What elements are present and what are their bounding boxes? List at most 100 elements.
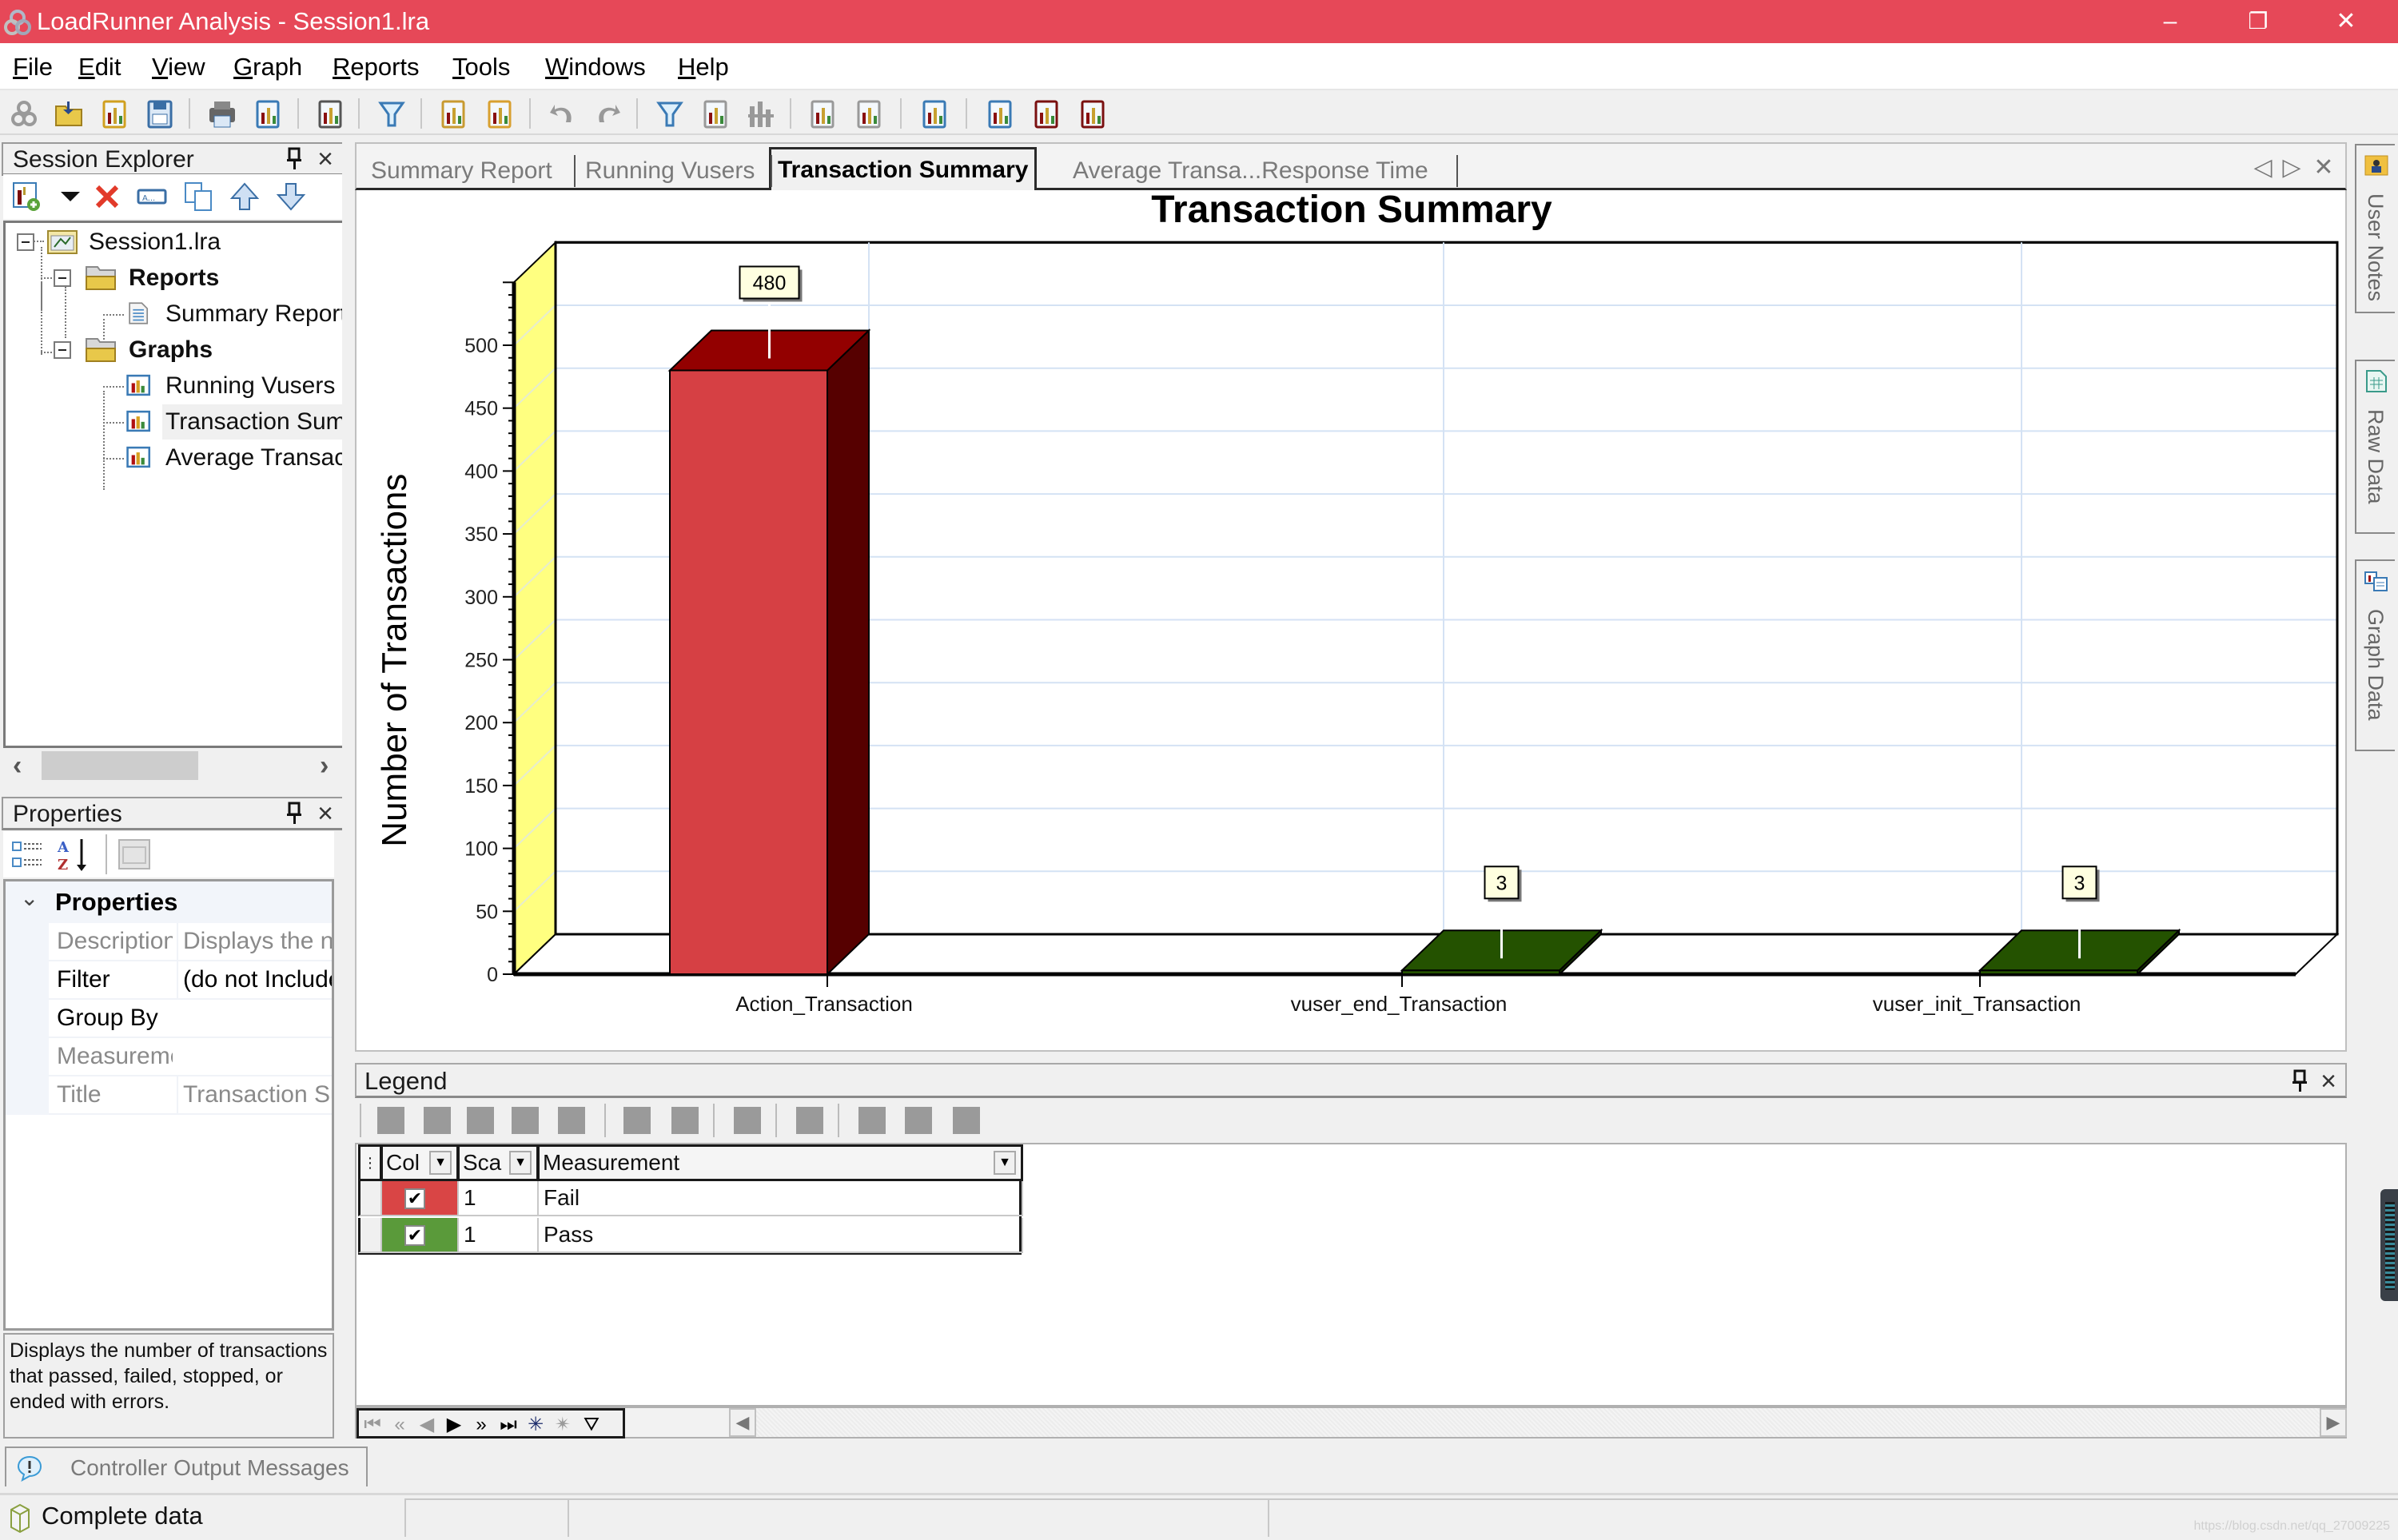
row-selector-header[interactable]: ⋮ — [358, 1144, 382, 1181]
property-value[interactable]: (do not Include) — [177, 961, 332, 998]
collapse-toggle[interactable] — [54, 269, 71, 287]
pin-icon[interactable] — [285, 147, 303, 171]
copy-icon[interactable] — [182, 181, 214, 213]
column-dropdown-icon[interactable]: ▼ — [429, 1151, 452, 1175]
tree-item[interactable]: Summary Report — [162, 296, 342, 332]
last-record-icon[interactable]: ⏭ — [496, 1412, 520, 1438]
move-up-icon[interactable] — [229, 181, 261, 213]
print-icon[interactable] — [206, 98, 238, 130]
legend-color-cell[interactable]: ✔ — [382, 1181, 459, 1216]
pin-icon[interactable] — [2291, 1069, 2308, 1093]
rename-icon[interactable]: A... — [136, 181, 168, 213]
column-header-col[interactable]: Col ▼ — [380, 1144, 459, 1181]
filter-icon[interactable]: ⛛ — [580, 1412, 603, 1438]
categorized-icon[interactable] — [11, 838, 43, 873]
side-tab-graph-data[interactable]: Graph Data — [2355, 559, 2395, 751]
visibility-checkbox[interactable]: ✔ — [404, 1188, 425, 1209]
show-all-icon[interactable] — [467, 1107, 494, 1134]
menu-reports[interactable]: Reports — [333, 51, 420, 83]
close-icon[interactable]: × — [313, 145, 337, 173]
scroll-left-arrow[interactable]: ‹ — [13, 750, 22, 782]
dropdown-arrow-icon[interactable] — [54, 181, 86, 213]
legend-hscrollbar[interactable]: ◀ ▶ — [729, 1408, 2347, 1437]
legend-scale-cell[interactable]: 1 — [459, 1181, 539, 1216]
export-icon[interactable] — [253, 98, 285, 130]
close-icon[interactable]: × — [313, 800, 337, 827]
menu-edit[interactable]: Edit — [78, 51, 121, 83]
legend-color-cell[interactable]: ✔ — [382, 1218, 459, 1253]
redo-icon[interactable] — [592, 98, 623, 130]
property-row[interactable]: Measurement — [49, 1038, 332, 1076]
auto-correlate-icon[interactable] — [1031, 98, 1063, 130]
tree-item[interactable]: Average Transaction Response Time — [162, 440, 342, 476]
menu-tools[interactable]: Tools — [452, 51, 510, 83]
tab-average-transa-response-time[interactable]: Average Transa...Response Time — [1073, 153, 1428, 189]
property-value[interactable]: Displays the number of transactions that… — [177, 923, 332, 960]
tree-item[interactable]: Graphs — [125, 332, 245, 368]
legend-measurement-cell[interactable]: Fail — [539, 1181, 1023, 1216]
property-category[interactable]: ⌄ Properties — [6, 881, 332, 923]
prev-page-icon[interactable]: « — [388, 1412, 412, 1438]
menu-file[interactable]: File — [13, 51, 53, 83]
collapse-toggle[interactable] — [17, 233, 34, 251]
clear-filter-icon[interactable] — [700, 98, 732, 130]
tree-item[interactable]: Reports — [125, 261, 251, 296]
floating-widget[interactable] — [2380, 1189, 2398, 1301]
undo-icon[interactable] — [547, 98, 579, 130]
toggle-visibility-icon[interactable] — [512, 1107, 539, 1134]
menu-windows[interactable]: Windows — [545, 51, 646, 83]
hide-selected-icon[interactable] — [424, 1107, 451, 1134]
side-tab-raw-data[interactable]: Raw Data — [2355, 360, 2395, 534]
chevron-down-icon[interactable]: ⌄ — [20, 885, 38, 911]
legend-filter-icon[interactable] — [558, 1107, 585, 1134]
open-session-icon[interactable] — [53, 98, 85, 130]
scroll-right-arrow[interactable]: ▶ — [2320, 1408, 2347, 1437]
comments-icon[interactable] — [985, 98, 1017, 130]
close-icon[interactable]: × — [2316, 1068, 2340, 1095]
report-icon[interactable] — [919, 98, 951, 130]
group-by-icon[interactable] — [745, 98, 777, 130]
column-header-measurement[interactable]: Measurement ▼ — [537, 1144, 1023, 1181]
tree-item[interactable]: Transaction Summary — [162, 404, 342, 440]
show-measurement-description-icon[interactable] — [671, 1107, 699, 1134]
column-header-sca[interactable]: Sca ▼ — [457, 1144, 539, 1181]
visibility-checkbox[interactable]: ✔ — [404, 1225, 425, 1246]
connect-icon[interactable] — [8, 98, 40, 130]
close-button[interactable]: ✕ — [2302, 0, 2390, 43]
save-icon[interactable] — [144, 98, 176, 130]
next-page-icon[interactable]: » — [469, 1412, 493, 1438]
collapse-toggle[interactable] — [54, 341, 71, 359]
restore-button[interactable]: ❐ — [2214, 0, 2302, 43]
property-row[interactable]: Group By — [49, 1000, 332, 1038]
tab-running-vusers[interactable]: Running Vusers — [585, 153, 755, 189]
property-value[interactable]: Transaction Summary — [177, 1076, 332, 1113]
configure-measurement-icon[interactable] — [623, 1107, 651, 1134]
session-explorer-hscrollbar[interactable]: ‹ › — [3, 750, 342, 782]
timezone-icon[interactable] — [484, 98, 516, 130]
new-session-icon[interactable] — [99, 98, 131, 130]
prev-record-icon[interactable]: ◀ — [415, 1412, 439, 1438]
minimize-button[interactable]: – — [2126, 0, 2214, 43]
move-up-icon[interactable] — [858, 1107, 886, 1134]
tab-prev-icon[interactable]: ◁ — [2251, 153, 2275, 182]
tab-summary-report[interactable]: Summary Report — [371, 153, 552, 189]
menu-help[interactable]: Help — [678, 51, 729, 83]
scroll-left-arrow[interactable]: ◀ — [729, 1408, 756, 1437]
set-filter-icon[interactable] — [654, 98, 686, 130]
tab-next-icon[interactable]: ▷ — [2280, 153, 2304, 182]
row-selector[interactable] — [358, 1218, 382, 1253]
column-dropdown-icon[interactable]: ▼ — [994, 1151, 1016, 1175]
cross-result-icon[interactable] — [438, 98, 470, 130]
analyze-icon[interactable] — [1078, 98, 1109, 130]
filter-icon[interactable] — [376, 98, 408, 130]
row-selector[interactable] — [358, 1181, 382, 1216]
menu-graph[interactable]: Graph — [233, 51, 302, 83]
tab-transaction-summary[interactable]: Transaction Summary — [769, 147, 1038, 190]
delete-record-icon[interactable]: ✴ — [551, 1412, 575, 1438]
first-record-icon[interactable]: ⏮ — [360, 1412, 384, 1438]
property-row[interactable]: Title Transaction Summary — [49, 1076, 332, 1115]
merge-graphs-icon[interactable] — [807, 98, 839, 130]
add-graph-icon[interactable] — [11, 181, 43, 213]
legend-scale-cell[interactable]: 1 — [459, 1218, 539, 1253]
column-chooser-icon[interactable] — [796, 1107, 823, 1134]
